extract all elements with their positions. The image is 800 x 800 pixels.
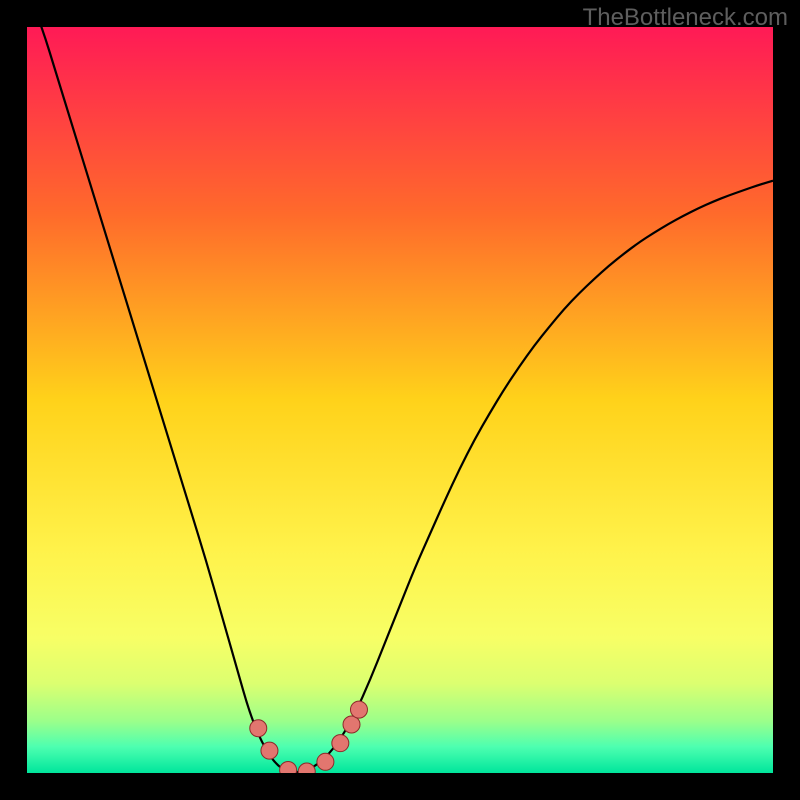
- watermark-text: TheBottleneck.com: [583, 4, 788, 32]
- data-marker: [343, 716, 360, 733]
- gradient-background: [27, 27, 773, 773]
- data-marker: [250, 720, 267, 737]
- data-marker: [332, 735, 349, 752]
- chart-frame: TheBottleneck.com: [0, 0, 800, 800]
- data-marker: [261, 742, 278, 759]
- chart-svg: [27, 27, 773, 773]
- plot-area: [27, 27, 773, 773]
- data-marker: [350, 701, 367, 718]
- data-marker: [317, 753, 334, 770]
